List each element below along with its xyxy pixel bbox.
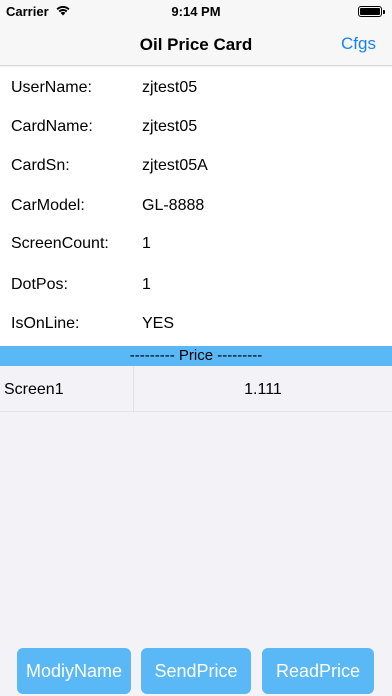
page-title: Oil Price Card <box>139 35 253 54</box>
info-label: ScreenCount: <box>11 235 109 252</box>
info-row-cardsn: CardSn: zjtest05A <box>0 152 392 182</box>
info-label: CardName: <box>11 118 93 135</box>
info-row-cardname: CardName: zjtest05 <box>0 113 392 143</box>
price-table: Screen1 1.111 <box>0 366 392 412</box>
read-price-button[interactable]: ReadPrice <box>262 648 374 694</box>
navigation-bar: Oil Price Card Cfgs <box>0 24 392 66</box>
screen-price: 1.111 <box>244 381 282 398</box>
screen-name: Screen1 <box>4 381 64 398</box>
info-value: zjtest05 <box>142 79 198 96</box>
info-label: UserName: <box>11 79 92 96</box>
info-label: CardSn: <box>11 157 70 174</box>
card-info-list: UserName: zjtest05 CardName: zjtest05 Ca… <box>0 67 392 346</box>
info-value: zjtest05 <box>142 118 198 135</box>
info-row-carmodel: CarModel: GL-8888 <box>0 192 392 222</box>
info-label: CarModel: <box>11 197 85 214</box>
info-row-username: UserName: zjtest05 <box>0 74 392 104</box>
info-label: IsOnLine: <box>11 315 80 332</box>
status-bar: Carrier 9:14 PM <box>0 0 392 24</box>
info-label: DotPos: <box>11 276 68 293</box>
send-price-button[interactable]: SendPrice <box>141 648 251 694</box>
info-value: YES <box>142 315 175 332</box>
info-value: 1 <box>142 276 151 293</box>
cfgs-button[interactable]: Cfgs <box>341 34 376 54</box>
info-value: 1 <box>142 235 151 252</box>
info-value: GL-8888 <box>142 197 205 214</box>
status-time: 9:14 PM <box>171 4 221 19</box>
battery-icon <box>358 6 385 17</box>
info-value: zjtest05A <box>142 157 208 174</box>
modify-name-button[interactable]: ModiyName <box>17 648 131 694</box>
info-row-dotpos: DotPos: 1 <box>0 271 392 301</box>
info-row-isonline: IsOnLine: YES <box>0 310 392 340</box>
price-section-header: --------- Price --------- <box>0 346 392 366</box>
price-row[interactable]: Screen1 1.111 <box>0 366 392 412</box>
info-row-screencount: ScreenCount: 1 <box>0 230 392 260</box>
